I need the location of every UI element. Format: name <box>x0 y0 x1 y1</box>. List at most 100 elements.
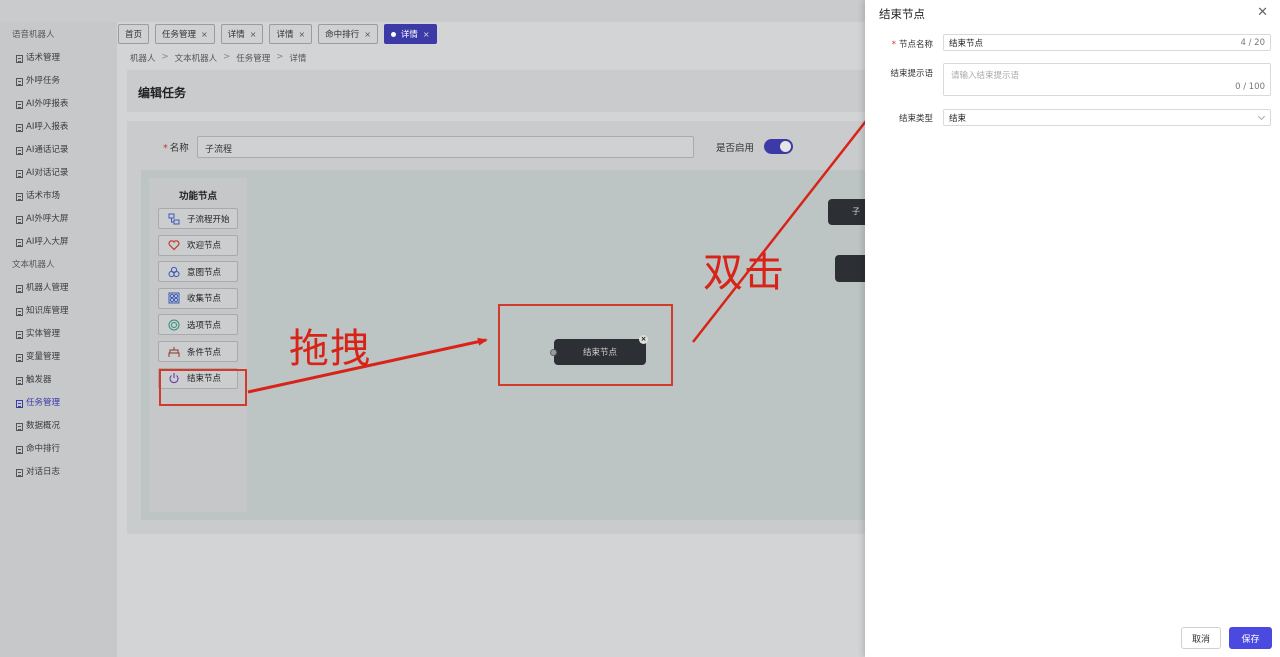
palette-item-label: 条件节点 <box>187 347 222 358</box>
document-icon <box>16 284 23 293</box>
breadcrumb-item[interactable]: 文本机器人 <box>175 52 218 64</box>
node-name-label-text: 节点名称 <box>898 40 933 50</box>
canvas-node[interactable] <box>835 255 866 282</box>
breadcrumb-item: 详情 <box>289 54 307 64</box>
close-icon[interactable]: ✕ <box>1257 6 1268 20</box>
heart-icon <box>168 239 180 251</box>
palette-item[interactable]: 收集节点 <box>158 287 238 309</box>
page-title: 编辑任务 <box>138 86 187 100</box>
tab[interactable]: 任务管理 × <box>155 24 215 44</box>
document-icon <box>16 169 23 178</box>
breadcrumb-item[interactable]: 机器人 <box>130 52 156 64</box>
node-name-counter: 4 / 20 <box>1240 37 1266 48</box>
tab-close-icon[interactable]: × <box>364 30 371 39</box>
sidebar-item[interactable]: AI呼入大屏 <box>0 231 117 254</box>
chevron-down-icon <box>1257 112 1266 121</box>
intent-icon <box>168 266 180 278</box>
sidebar-item[interactable]: 实体管理 <box>0 323 117 346</box>
sidebar-item[interactable]: 命中排行 <box>0 438 117 461</box>
sidebar-item[interactable]: 变量管理 <box>0 346 117 369</box>
document-icon <box>16 123 23 132</box>
tab-label: 首页 <box>125 30 143 40</box>
document-icon <box>16 192 23 201</box>
palette-item[interactable]: 选项节点 <box>158 314 238 336</box>
sidebar-item[interactable]: 话术管理 <box>0 47 117 70</box>
sidebar-item-label: AI对话记录 <box>26 168 69 178</box>
breadcrumb-separator: > <box>276 52 284 62</box>
sidebar-item[interactable]: AI外呼大屏 <box>0 208 117 231</box>
sidebar-item[interactable]: AI外呼报表 <box>0 93 117 116</box>
tab[interactable]: 命中排行 × <box>318 24 378 44</box>
sidebar-item-label: AI外呼报表 <box>26 99 69 109</box>
document-icon <box>16 330 23 339</box>
end-type-value: 结束 <box>949 113 967 124</box>
node-config-drawer: 结束节点 ✕ * 节点名称 结束节点 4 / 20 结束提示语 请输入结束提示语 … <box>865 0 1280 657</box>
tab-close-icon[interactable]: × <box>250 30 257 39</box>
palette-title: 功能节点 <box>178 191 217 202</box>
name-input[interactable]: 子流程 <box>197 136 694 158</box>
end-type-select[interactable]: 结束 <box>943 109 1271 126</box>
canvas-node-subflow[interactable]: 子流 <box>828 199 866 225</box>
document-icon <box>16 468 23 477</box>
tab-bar: 首页 任务管理 × 详情 × 详情 × 命中排行 × 详情 × <box>118 24 437 46</box>
document-icon <box>16 146 23 155</box>
target-icon <box>168 319 180 331</box>
sidebar-item-label: AI呼入大屏 <box>26 237 69 247</box>
sidebar-item[interactable]: 知识库管理 <box>0 300 117 323</box>
document-icon <box>16 54 23 63</box>
palette-item[interactable]: 条件节点 <box>158 341 238 362</box>
tab[interactable]: 详情 × <box>220 24 264 44</box>
sidebar-item[interactable]: 机器人管理 <box>0 277 117 300</box>
tab-close-icon[interactable]: × <box>423 30 430 39</box>
sidebar-item[interactable]: 任务管理 <box>0 392 117 415</box>
sidebar-item[interactable]: 话术市场 <box>0 185 117 208</box>
palette-item[interactable]: 意图节点 <box>158 261 238 283</box>
tab-close-icon[interactable]: × <box>298 30 305 39</box>
sidebar-item-label: 话术市场 <box>26 191 61 201</box>
drag-annotation: 拖拽 <box>289 326 371 372</box>
sidebar-item[interactable]: 对话日志 <box>0 461 117 484</box>
condition-icon <box>168 346 180 358</box>
end-type-label: 结束类型 <box>898 114 933 124</box>
node-name-input[interactable]: 结束节点 4 / 20 <box>943 34 1271 51</box>
sidebar-item-label: 数据概况 <box>26 421 61 431</box>
sidebar-item[interactable]: 外呼任务 <box>0 70 117 93</box>
tab[interactable]: 详情 × <box>383 24 437 44</box>
save-button[interactable]: 保存 <box>1229 627 1272 649</box>
cancel-button[interactable]: 取消 <box>1181 627 1221 649</box>
sidebar: 语音机器人 话术管理 外呼任务 AI外呼报表 AI呼入报表 AI通话记录 AI对话记录 话术市… <box>0 22 117 657</box>
breadcrumb: 机器人 > 文本机器人 > 任务管理 > 详情 <box>130 52 306 64</box>
sidebar-item[interactable]: AI对话记录 <box>0 162 117 185</box>
tab-label: 任务管理 <box>162 30 197 40</box>
end-prompt-label: 结束提示语 <box>890 69 933 79</box>
palette-item-label: 收集节点 <box>187 294 222 305</box>
palette-item-label: 子流程开始 <box>187 214 230 225</box>
required-mark: * <box>891 40 896 50</box>
sidebar-item-label: 知识库管理 <box>26 306 69 316</box>
tab-label: 详情 <box>276 30 294 40</box>
node-palette: 功能节点 子流程开始 欢迎节点 意图节点 收集节点 选项节点 条件节点 结束节点 <box>149 178 247 512</box>
palette-item[interactable]: 欢迎节点 <box>158 234 238 256</box>
sidebar-item-label: 触发器 <box>26 375 52 385</box>
sidebar-item[interactable]: 触发器 <box>0 369 117 392</box>
tab-close-icon[interactable]: × <box>201 30 208 39</box>
tab[interactable]: 详情 × <box>269 24 313 44</box>
sidebar-item[interactable]: AI通话记录 <box>0 139 117 162</box>
end-prompt-placeholder: 请输入结束提示语 <box>951 71 1020 81</box>
sidebar-item[interactable]: AI呼入报表 <box>0 116 117 139</box>
tab[interactable]: 首页 <box>118 24 150 44</box>
sidebar-item[interactable]: 数据概况 <box>0 415 117 438</box>
palette-item[interactable]: 子流程开始 <box>158 208 238 229</box>
subflow-icon <box>168 213 180 225</box>
tab-label: 命中排行 <box>325 30 360 40</box>
document-icon <box>16 399 23 408</box>
enable-label: 是否启用 <box>716 143 755 154</box>
enable-toggle[interactable] <box>764 139 793 154</box>
sidebar-item-label: 机器人管理 <box>26 283 69 293</box>
sidebar-item-label: AI通话记录 <box>26 145 69 155</box>
document-icon <box>16 376 23 385</box>
document-icon <box>16 445 23 454</box>
end-prompt-textarea[interactable]: 请输入结束提示语 0 / 100 <box>943 63 1271 96</box>
palette-item-label: 欢迎节点 <box>187 241 222 252</box>
breadcrumb-item[interactable]: 任务管理 <box>236 52 270 64</box>
